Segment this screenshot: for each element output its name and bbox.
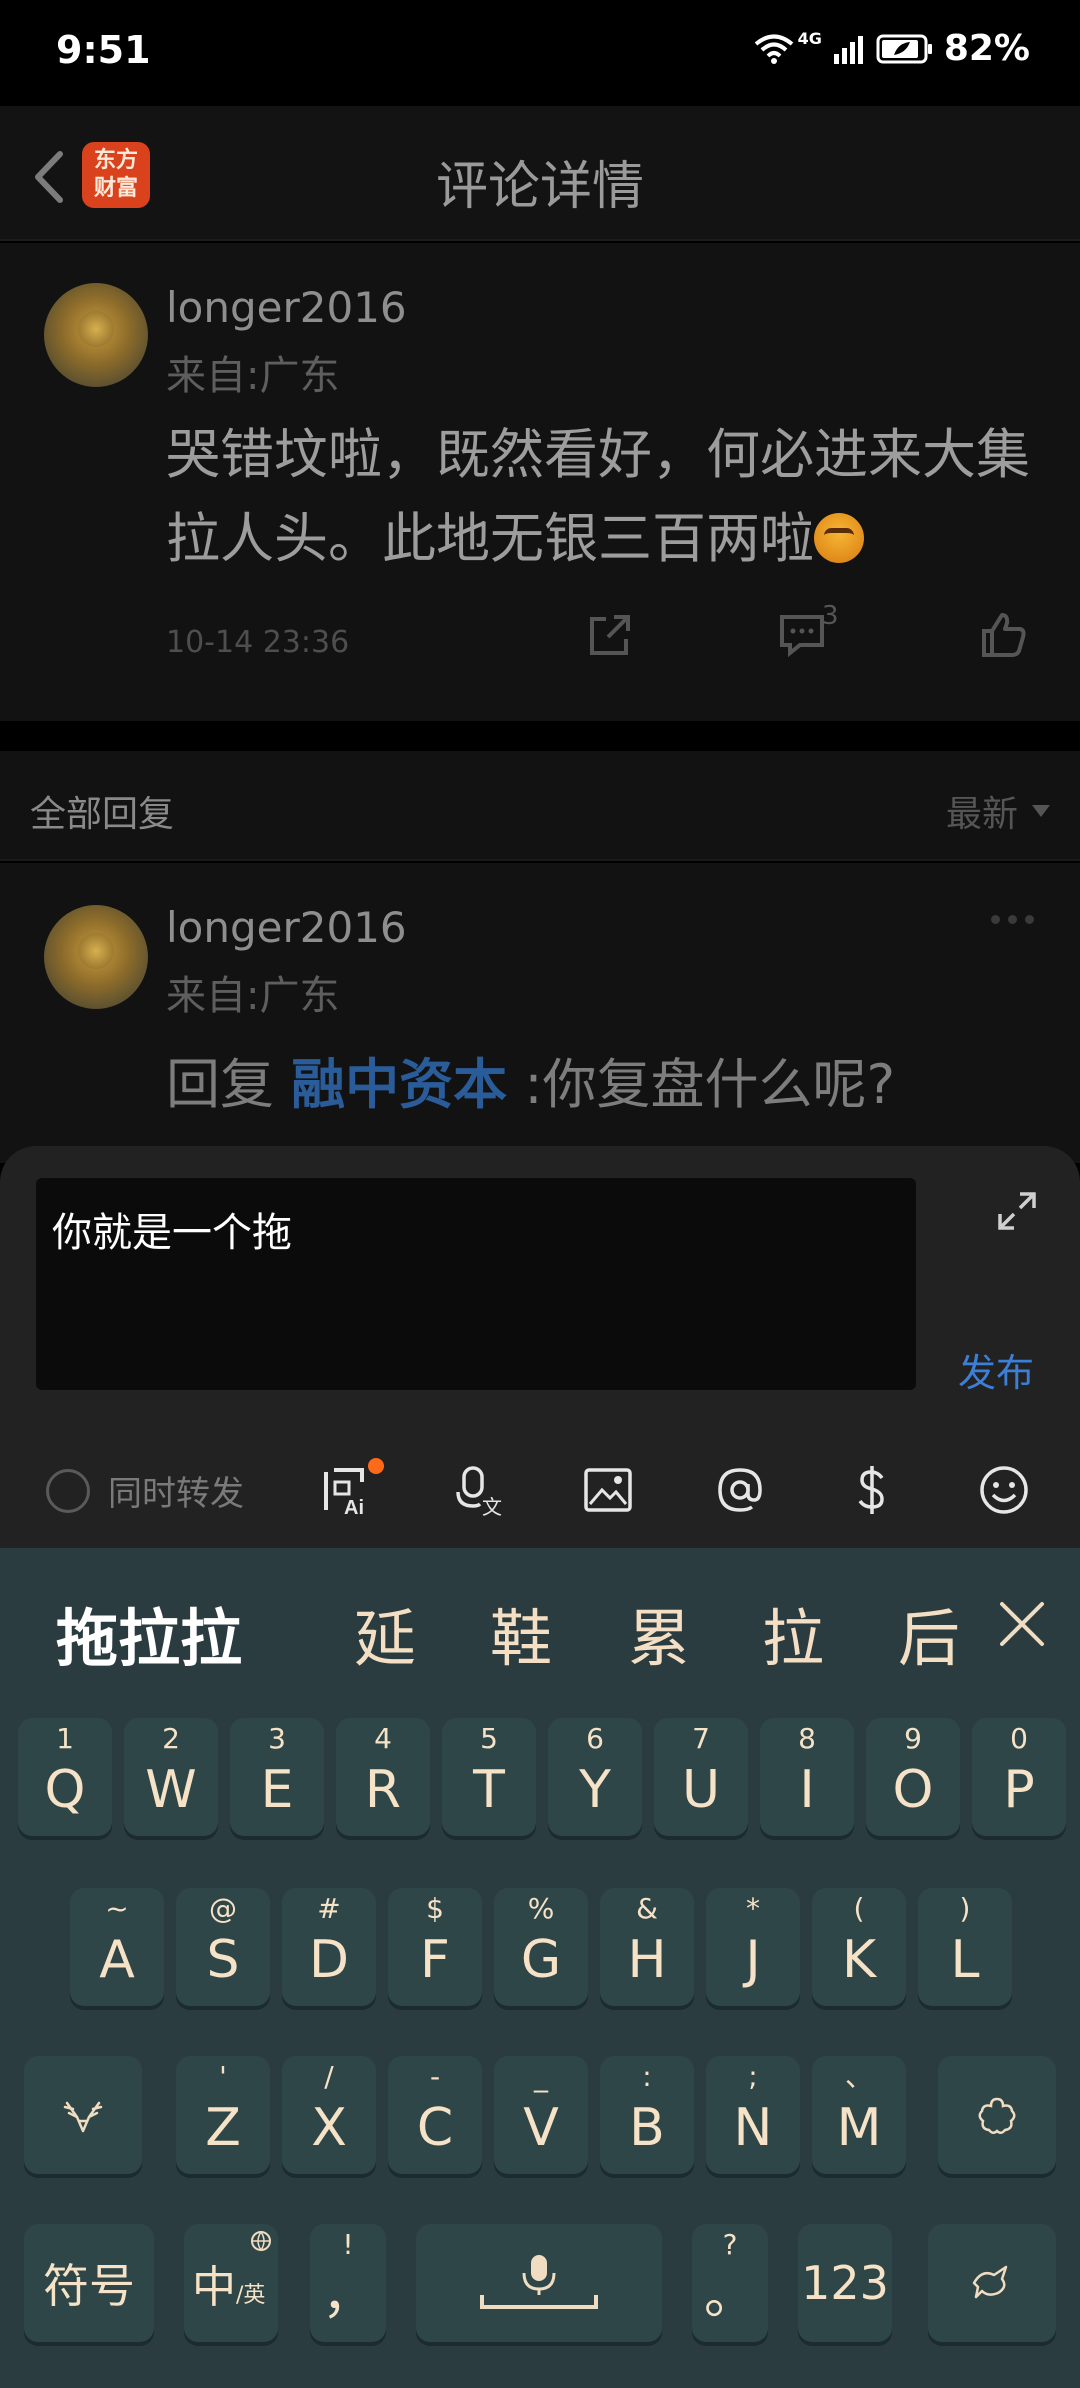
close-icon[interactable]: [994, 1596, 1050, 1652]
symbols-key[interactable]: 符号: [24, 2224, 154, 2342]
theme-key[interactable]: [24, 2056, 142, 2174]
comma-key[interactable]: !，: [310, 2224, 386, 2342]
replies-header: 全部回复 最新: [0, 751, 1080, 861]
more-options-icon[interactable]: [991, 915, 1034, 924]
stock-dollar-icon[interactable]: [844, 1462, 900, 1518]
sort-select[interactable]: 最新: [946, 785, 1050, 837]
ai-ask-icon[interactable]: Ai: [318, 1462, 374, 1518]
battery-percent: 82%: [943, 28, 1030, 69]
key-u[interactable]: 7U: [654, 1718, 748, 1836]
backspace-key[interactable]: [938, 2056, 1056, 2174]
battery-icon: [876, 34, 932, 63]
key-w[interactable]: 2W: [124, 1718, 218, 1836]
reply-composer: 你就是一个拖 发布 同时转发 Ai 文: [0, 1146, 1080, 1548]
key-b[interactable]: :B: [600, 2056, 694, 2174]
avatar[interactable]: [44, 905, 148, 1009]
key-t[interactable]: 5T: [442, 1718, 536, 1836]
key-q[interactable]: 1Q: [18, 1718, 112, 1836]
mention-link[interactable]: 融中资本: [291, 1053, 507, 1116]
key-f[interactable]: $ F: [388, 1888, 482, 2006]
key-g[interactable]: % G: [494, 1888, 588, 2006]
key-c[interactable]: -C: [388, 2056, 482, 2174]
key-k[interactable]: (K: [812, 1888, 906, 2006]
repost-checkbox[interactable]: 同时转发: [46, 1466, 244, 1515]
language-switch-key[interactable]: 中/英: [184, 2224, 278, 2342]
candidate-item[interactable]: 拉: [762, 1588, 824, 1678]
key-s[interactable]: @ S: [176, 1888, 270, 2006]
key-i[interactable]: 8I: [760, 1718, 854, 1836]
reply-username[interactable]: longer2016: [166, 903, 407, 952]
key-p[interactable]: 0P: [972, 1718, 1066, 1836]
key-v[interactable]: _ V: [494, 2056, 588, 2174]
key-n[interactable]: ; N: [706, 2056, 800, 2174]
ime-keyboard: 拖拉拉 延 鞋 累 拉 后 1Q 2W 3E 4R 5T 6Y 7U 8I 9O…: [0, 1548, 1080, 2388]
key-j[interactable]: * J: [706, 1888, 800, 2006]
reply-text: 回复 融中资本 :你复盘什么呢?: [166, 1053, 896, 1116]
candidate-item[interactable]: 累: [628, 1588, 690, 1678]
key-m[interactable]: 、 M: [812, 2056, 906, 2174]
svg-text:文: 文: [482, 1495, 502, 1518]
enter-key[interactable]: [928, 2224, 1056, 2342]
status-icons: 4G 82%: [754, 28, 1030, 69]
svg-text:Ai: Ai: [344, 1497, 364, 1518]
key-h[interactable]: & H: [600, 1888, 694, 2006]
reply-item: longer2016 来自:广东 回复 融中资本 :你复盘什么呢?: [0, 863, 1080, 1163]
reply-count-icon[interactable]: [776, 609, 828, 661]
key-z[interactable]: ' Z: [176, 2056, 270, 2174]
share-icon[interactable]: [584, 609, 636, 661]
wifi-icon: [754, 34, 793, 64]
signal-icon: [833, 35, 863, 64]
reply-location: 来自:广东: [166, 973, 340, 1019]
candidate-item[interactable]: 拖拉拉: [56, 1588, 242, 1678]
avatar[interactable]: [44, 283, 148, 387]
key-x[interactable]: / X: [282, 2056, 376, 2174]
bird-enter-icon: [972, 2265, 1008, 2299]
candidate-item[interactable]: 延: [354, 1588, 416, 1678]
network-type: 4G: [797, 29, 822, 48]
key-e[interactable]: 3E: [230, 1718, 324, 1836]
status-time: 9:51: [56, 28, 151, 72]
replies-title: 全部回复: [30, 794, 175, 835]
page-title: 评论详情: [435, 157, 644, 217]
reply-count: 3: [822, 601, 839, 631]
mention-at-icon[interactable]: [712, 1462, 768, 1518]
microphone-icon: [480, 2255, 598, 2309]
comment-text: 哭错坟啦，既然看好，何必进来大集拉人头。此地无银三百两啦: [166, 423, 1030, 570]
composer-toolbar: 同时转发 Ai 文: [0, 1446, 1080, 1536]
key-o[interactable]: 9O: [866, 1718, 960, 1836]
comment-username[interactable]: longer2016: [166, 283, 407, 332]
reply-input[interactable]: 你就是一个拖: [36, 1178, 916, 1390]
top-navbar: 东方 财富 评论详情: [0, 106, 1080, 241]
key-l[interactable]: ) L: [918, 1888, 1012, 2006]
image-icon[interactable]: [580, 1462, 636, 1518]
laugh-emoji-icon: [814, 513, 864, 563]
dimmed-page: 东方 财富 评论详情 longer2016 来自:广东 哭错坟啦，既然看好，何必…: [0, 106, 1080, 1163]
candidate-bar: 拖拉拉 延 鞋 累 拉 后: [0, 1548, 1080, 1708]
deer-antler-icon: [63, 2101, 103, 2133]
candidate-item[interactable]: 后: [898, 1588, 960, 1678]
key-r[interactable]: 4R: [336, 1718, 430, 1836]
comment-card: longer2016 来自:广东 哭错坟啦，既然看好，何必进来大集拉人头。此地无…: [0, 243, 1080, 721]
period-key[interactable]: ?。: [692, 2224, 768, 2342]
key-a[interactable]: ~ A: [70, 1888, 164, 2006]
candidate-item[interactable]: 鞋: [490, 1588, 552, 1678]
comment-location: 来自:广东: [166, 353, 340, 399]
radio-icon: [46, 1468, 90, 1513]
globe-icon: [251, 2231, 271, 2252]
key-y[interactable]: 6Y: [548, 1718, 642, 1836]
key-d[interactable]: # D: [282, 1888, 376, 2006]
publish-button[interactable]: 发布: [958, 1342, 1034, 1397]
status-bar: 9:51 4G 82%: [0, 0, 1080, 106]
like-icon[interactable]: [978, 609, 1030, 661]
caret-down-icon: [1032, 805, 1050, 817]
expand-icon[interactable]: [992, 1186, 1042, 1236]
numbers-key[interactable]: 123: [798, 2224, 892, 2342]
comment-timestamp: 10-14 23:36: [166, 625, 350, 660]
flower-delete-icon: [978, 2097, 1016, 2134]
space-key[interactable]: [416, 2224, 662, 2342]
voice-to-text-icon[interactable]: 文: [450, 1462, 506, 1518]
notification-dot: [368, 1458, 384, 1474]
emoji-icon[interactable]: [976, 1462, 1032, 1518]
